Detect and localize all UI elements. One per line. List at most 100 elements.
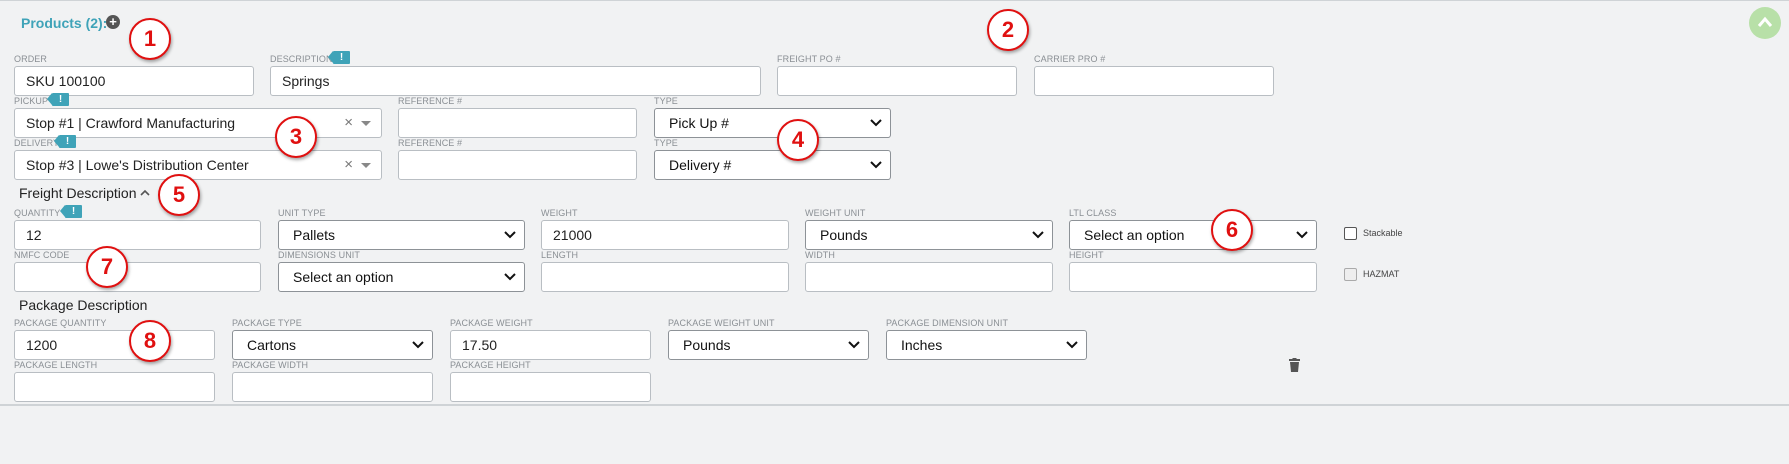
callout-marker: 5 <box>158 174 200 216</box>
callout-marker: 3 <box>275 116 317 158</box>
freight-po-label: FREIGHT PO # <box>777 54 841 64</box>
delivery-type-select[interactable]: Delivery # <box>654 150 891 180</box>
ltl-class-value: Select an option <box>1084 227 1185 243</box>
dimensions-unit-label: DIMENSIONS UNIT <box>278 250 361 260</box>
ltl-class-label: LTL CLASS <box>1069 208 1117 218</box>
delivery-type-value: Delivery # <box>669 157 732 173</box>
type-label-1: TYPE <box>654 96 678 106</box>
top-divider <box>0 0 1789 1</box>
nmfc-code-label: NMFC CODE <box>14 250 70 260</box>
height-input[interactable] <box>1069 262 1317 292</box>
package-quantity-input[interactable]: 1200 <box>14 330 215 360</box>
pickup-type-value: Pick Up # <box>669 115 729 131</box>
delivery-value: Stop #3 | Lowe's Distribution Center <box>26 157 249 173</box>
ltl-class-select[interactable]: Select an option <box>1069 220 1317 250</box>
package-height-label: PACKAGE HEIGHT <box>450 360 531 370</box>
carrier-pro-label: CARRIER PRO # <box>1034 54 1106 64</box>
callout-marker: 8 <box>129 320 171 362</box>
pickup-value: Stop #1 | Crawford Manufacturing <box>26 115 236 131</box>
products-title: Products (2): <box>21 15 108 31</box>
chevron-up-icon <box>1757 16 1773 27</box>
package-type-select[interactable]: Cartons <box>232 330 433 360</box>
pickup-type-select[interactable]: Pick Up # <box>654 108 891 138</box>
caret-down-icon[interactable] <box>361 163 371 168</box>
quantity-input[interactable]: 12 <box>14 220 261 250</box>
info-tag-icon[interactable]: ! <box>328 51 350 64</box>
dimensions-unit-select[interactable]: Select an option <box>278 262 525 292</box>
quantity-label: QUANTITY <box>14 208 61 218</box>
carrier-pro-input[interactable] <box>1034 66 1274 96</box>
unit-type-label: UNIT TYPE <box>278 208 326 218</box>
trash-icon[interactable] <box>1289 358 1300 372</box>
info-tag-icon[interactable]: ! <box>47 93 69 106</box>
width-label: WIDTH <box>805 250 835 260</box>
chevron-down-icon <box>1296 231 1308 239</box>
freight-po-input[interactable] <box>777 66 1017 96</box>
collapse-button[interactable] <box>1749 7 1781 39</box>
unit-type-select[interactable]: Pallets <box>278 220 525 250</box>
hazmat-checkbox[interactable] <box>1344 268 1357 281</box>
close-icon[interactable]: × <box>344 151 353 179</box>
callout-marker: 2 <box>987 9 1029 51</box>
stackable-label: Stackable <box>1363 228 1403 238</box>
delivery-label: DELIVERY <box>14 138 60 148</box>
weight-label: WEIGHT <box>541 208 578 218</box>
description-label: DESCRIPTION <box>270 54 333 64</box>
package-width-input[interactable] <box>232 372 433 402</box>
callout-marker: 4 <box>777 119 819 161</box>
weight-input[interactable]: 21000 <box>541 220 789 250</box>
package-length-input[interactable] <box>14 372 215 402</box>
caret-down-icon[interactable] <box>361 121 371 126</box>
package-dimension-unit-value: Inches <box>901 337 943 353</box>
height-label: HEIGHT <box>1069 250 1104 260</box>
pickup-select[interactable]: Stop #1 | Crawford Manufacturing × <box>14 108 382 138</box>
package-type-label: PACKAGE TYPE <box>232 318 302 328</box>
nmfc-code-input[interactable] <box>14 262 261 292</box>
weight-unit-select[interactable]: Pounds <box>805 220 1053 250</box>
package-length-label: PACKAGE LENGTH <box>14 360 98 370</box>
reference-input-2[interactable] <box>398 150 637 180</box>
order-label: ORDER <box>14 54 48 64</box>
package-weight-unit-value: Pounds <box>683 337 731 353</box>
package-weight-label: PACKAGE WEIGHT <box>450 318 533 328</box>
plus-circle-icon[interactable]: + <box>106 15 120 29</box>
package-weight-unit-label: PACKAGE WEIGHT UNIT <box>668 318 775 328</box>
delivery-select[interactable]: Stop #3 | Lowe's Distribution Center × <box>14 150 382 180</box>
info-tag-icon[interactable]: ! <box>60 205 82 218</box>
chevron-down-icon <box>848 341 860 349</box>
package-weight-unit-select[interactable]: Pounds <box>668 330 869 360</box>
package-width-label: PACKAGE WIDTH <box>232 360 309 370</box>
package-type-value: Cartons <box>247 337 297 353</box>
width-input[interactable] <box>805 262 1053 292</box>
unit-type-value: Pallets <box>293 227 336 243</box>
chevron-down-icon <box>412 341 424 349</box>
chevron-down-icon <box>504 231 516 239</box>
reference-label-1: REFERENCE # <box>398 96 463 106</box>
callout-marker: 7 <box>86 246 128 288</box>
type-label-2: TYPE <box>654 138 678 148</box>
dimensions-unit-value: Select an option <box>293 269 394 285</box>
package-dimension-unit-select[interactable]: Inches <box>886 330 1087 360</box>
chevron-down-icon <box>504 273 516 281</box>
description-input[interactable]: Springs <box>270 66 761 96</box>
package-description-heading: Package Description <box>19 297 148 313</box>
hazmat-label: HAZMAT <box>1363 269 1400 279</box>
reference-label-2: REFERENCE # <box>398 138 463 148</box>
info-tag-icon[interactable]: ! <box>54 135 76 148</box>
weight-unit-label: WEIGHT UNIT <box>805 208 866 218</box>
freight-description-heading: Freight Description <box>19 185 137 201</box>
stackable-checkbox[interactable] <box>1344 227 1357 240</box>
length-label: LENGTH <box>541 250 579 260</box>
package-height-input[interactable] <box>450 372 651 402</box>
length-input[interactable] <box>541 262 789 292</box>
package-weight-input[interactable]: 17.50 <box>450 330 651 360</box>
callout-marker: 1 <box>129 18 171 60</box>
close-icon[interactable]: × <box>344 109 353 137</box>
pickup-label: PICKUP <box>14 96 49 106</box>
reference-input-1[interactable] <box>398 108 637 138</box>
order-input[interactable]: SKU 100100 <box>14 66 254 96</box>
weight-unit-value: Pounds <box>820 227 868 243</box>
chevron-down-icon <box>1066 341 1078 349</box>
chevron-down-icon <box>870 161 882 169</box>
chevron-up-icon[interactable] <box>139 188 151 198</box>
